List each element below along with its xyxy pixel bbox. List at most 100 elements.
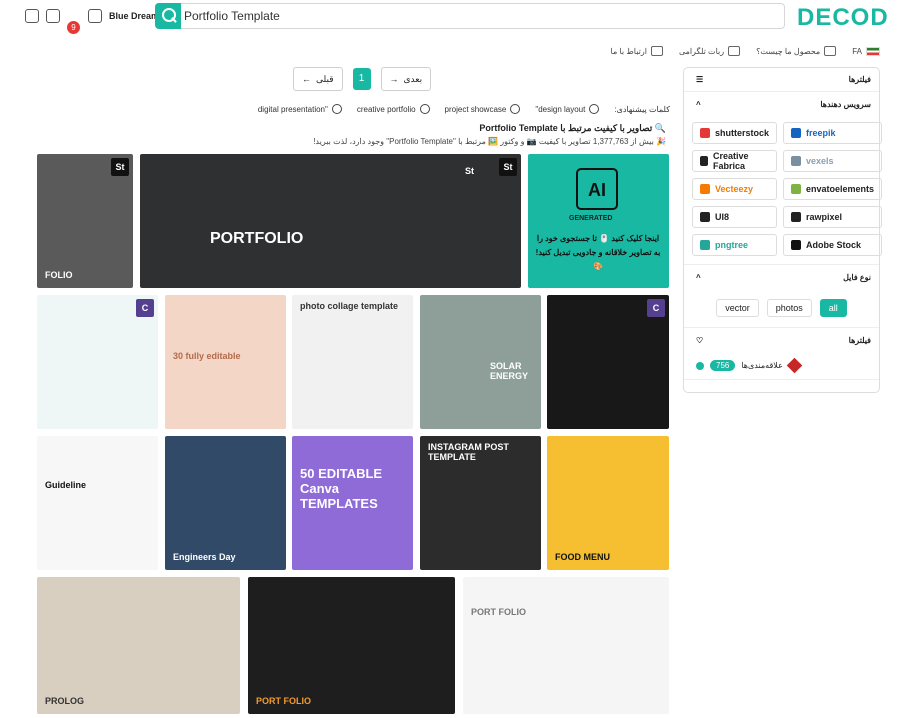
next-button[interactable]: → بعدی — [380, 67, 432, 91]
search-icon — [331, 104, 342, 114]
stock-icon: St — [499, 158, 517, 176]
suggestion-chip[interactable]: project showcase — [445, 104, 521, 114]
source-envato[interactable]: envatoelements — [783, 178, 883, 200]
pagination: ← قبلی 1 → بعدی — [293, 67, 432, 91]
logout-icon[interactable] — [25, 9, 39, 23]
result-card[interactable]: C — [547, 295, 669, 429]
stock-icon: St — [111, 158, 129, 176]
result-card[interactable]: St FOLIO — [37, 154, 133, 288]
logo[interactable]: DECOD — [797, 4, 889, 32]
chevron-up-icon: ^ — [696, 99, 701, 109]
result-card[interactable]: Guideline — [37, 436, 158, 570]
adobe-stock-icon — [791, 240, 802, 250]
source-pngtree[interactable]: pngtree — [692, 234, 778, 256]
result-card[interactable]: PORT FOLIO — [463, 577, 669, 714]
ai-chip-icon: AI — [576, 168, 618, 210]
search-input[interactable] — [184, 6, 774, 26]
search-icon — [510, 104, 521, 114]
search-box — [155, 3, 785, 29]
source-vecteezy[interactable]: Vecteezy — [692, 178, 778, 200]
page-number[interactable]: 1 — [352, 68, 371, 90]
result-card[interactable]: C — [37, 295, 158, 429]
vexels-icon — [791, 156, 802, 166]
result-card[interactable]: SOLAR ENERGY — [420, 295, 541, 429]
bell-icon[interactable] — [46, 9, 60, 23]
telegram-link[interactable]: ربات تلگرامی — [679, 42, 741, 60]
providers-header[interactable]: سرویس دهندها ^ — [684, 92, 879, 116]
top-bar: 9 Blue Dream DECOD — [0, 0, 900, 36]
creative-icon: C — [136, 299, 154, 317]
contact-icon — [650, 46, 663, 56]
sliders-icon: ☰ — [696, 75, 704, 84]
sub-navigation: FA محصول ما چیست؟ ربات تلگرامی ارتباط با… — [560, 42, 880, 60]
suggestions-label: کلمات پیشنهادی: — [614, 104, 670, 114]
heart-outline-icon: ♡ — [696, 335, 704, 345]
freepik-icon — [791, 128, 802, 138]
language-selector[interactable]: FA — [852, 42, 880, 60]
shutterstock-icon — [700, 128, 710, 138]
contact-link[interactable]: ارتباط با ما — [611, 42, 663, 60]
favorites-section: فیلترها ♡ علاقه‌مندی‌ها 756 — [684, 328, 879, 380]
info-icon — [696, 361, 704, 370]
filter-sidebar: فیلترها ☰ سرویس دهندها ^ shutterstock fr… — [683, 67, 883, 393]
basket-icon[interactable] — [88, 9, 102, 23]
favorites-row[interactable]: علاقه‌مندی‌ها 756 — [684, 352, 879, 379]
search-icon — [589, 104, 600, 114]
suggestion-chip[interactable]: "digital presentation — [258, 104, 342, 114]
favorites-count: 756 — [710, 360, 736, 371]
envato-icon — [791, 184, 802, 194]
what-is-link[interactable]: محصول ما چیست؟ — [756, 42, 837, 60]
creative-fabrica-icon — [700, 156, 708, 166]
suggestion-chip[interactable]: design layout" — [535, 104, 600, 114]
previous-button[interactable]: ← قبلی — [293, 67, 343, 91]
result-card[interactable]: 50 EDITABLE Canva TEMPLATES — [292, 436, 413, 570]
search-button[interactable] — [155, 3, 181, 29]
results-subheading: 🎉 بیش از 1,377,763 تصاویر با کیفیت 📷 و و… — [313, 137, 666, 146]
tab-vector[interactable]: vector — [716, 299, 759, 317]
providers-section: سرویس دهندها ^ shutterstock freepik Crea… — [684, 92, 883, 265]
results-heading: 🔍 تصاویر با کیفیت مرتبط با Portfolio Tem… — [479, 123, 666, 133]
rawpixel-icon — [791, 212, 802, 222]
result-card[interactable]: 30 fully editable — [165, 295, 286, 429]
vecteezy-icon — [700, 184, 710, 194]
telegram-icon — [728, 46, 741, 56]
source-shutterstock[interactable]: shutterstock — [692, 122, 778, 144]
sources-grid: shutterstock freepik Creative Fabrica ve… — [684, 116, 883, 264]
source-vexels[interactable]: vexels — [783, 150, 883, 172]
source-rawpixel[interactable]: rawpixel — [783, 206, 883, 228]
file-type-tabs: vector photos all — [684, 289, 879, 327]
result-card[interactable]: Engineers Day — [165, 436, 286, 570]
arrow-right-icon: → — [389, 74, 399, 84]
pngtree-icon — [700, 240, 710, 250]
creative-icon: C — [647, 299, 665, 317]
result-card[interactable]: FOOD MENU — [547, 436, 669, 570]
chevron-up-icon: ^ — [696, 272, 701, 282]
source-ui8[interactable]: UI8 — [692, 206, 778, 228]
result-card[interactable]: PROLOG — [37, 577, 240, 714]
result-card[interactable]: INSTAGRAM POST TEMPLATE — [420, 436, 541, 570]
search-icon — [419, 104, 430, 114]
product-icon — [824, 46, 837, 56]
source-freepik[interactable]: freepik — [783, 122, 883, 144]
filters-header: فیلترها ☰ — [684, 68, 879, 92]
user-name[interactable]: Blue Dream — [109, 11, 159, 21]
tab-all[interactable]: all — [819, 299, 847, 317]
ui8-icon — [700, 212, 710, 222]
source-creative-fabrica[interactable]: Creative Fabrica — [692, 150, 778, 172]
ai-generate-card[interactable]: AI GENERATED اینجا کلیک کنید 🖱️ تا جستجو… — [528, 154, 669, 288]
result-card[interactable]: St PORTFOLIO St — [140, 154, 521, 288]
source-adobe-stock[interactable]: Adobe Stock — [783, 234, 883, 256]
suggestions: کلمات پیشنهادی: design layout" project s… — [215, 100, 670, 118]
notification-badge: 9 — [67, 21, 80, 34]
file-type-section: نوع فایل ^ vector photos all — [684, 265, 879, 328]
arrow-left-icon: ← — [302, 74, 311, 84]
results-grid: St FOLIO St PORTFOLIO St AI GENERATED ای… — [37, 154, 669, 714]
result-card[interactable]: PORT FOLIO — [248, 577, 455, 714]
suggestion-chip[interactable]: creative portfolio — [357, 104, 430, 114]
file-type-header[interactable]: نوع فایل ^ — [684, 265, 879, 289]
heart-icon — [786, 357, 803, 374]
filters-header-2[interactable]: فیلترها ♡ — [684, 328, 879, 352]
result-card[interactable]: photo collage template — [292, 295, 413, 429]
iran-flag-icon — [866, 46, 880, 56]
tab-photos[interactable]: photos — [766, 299, 812, 317]
